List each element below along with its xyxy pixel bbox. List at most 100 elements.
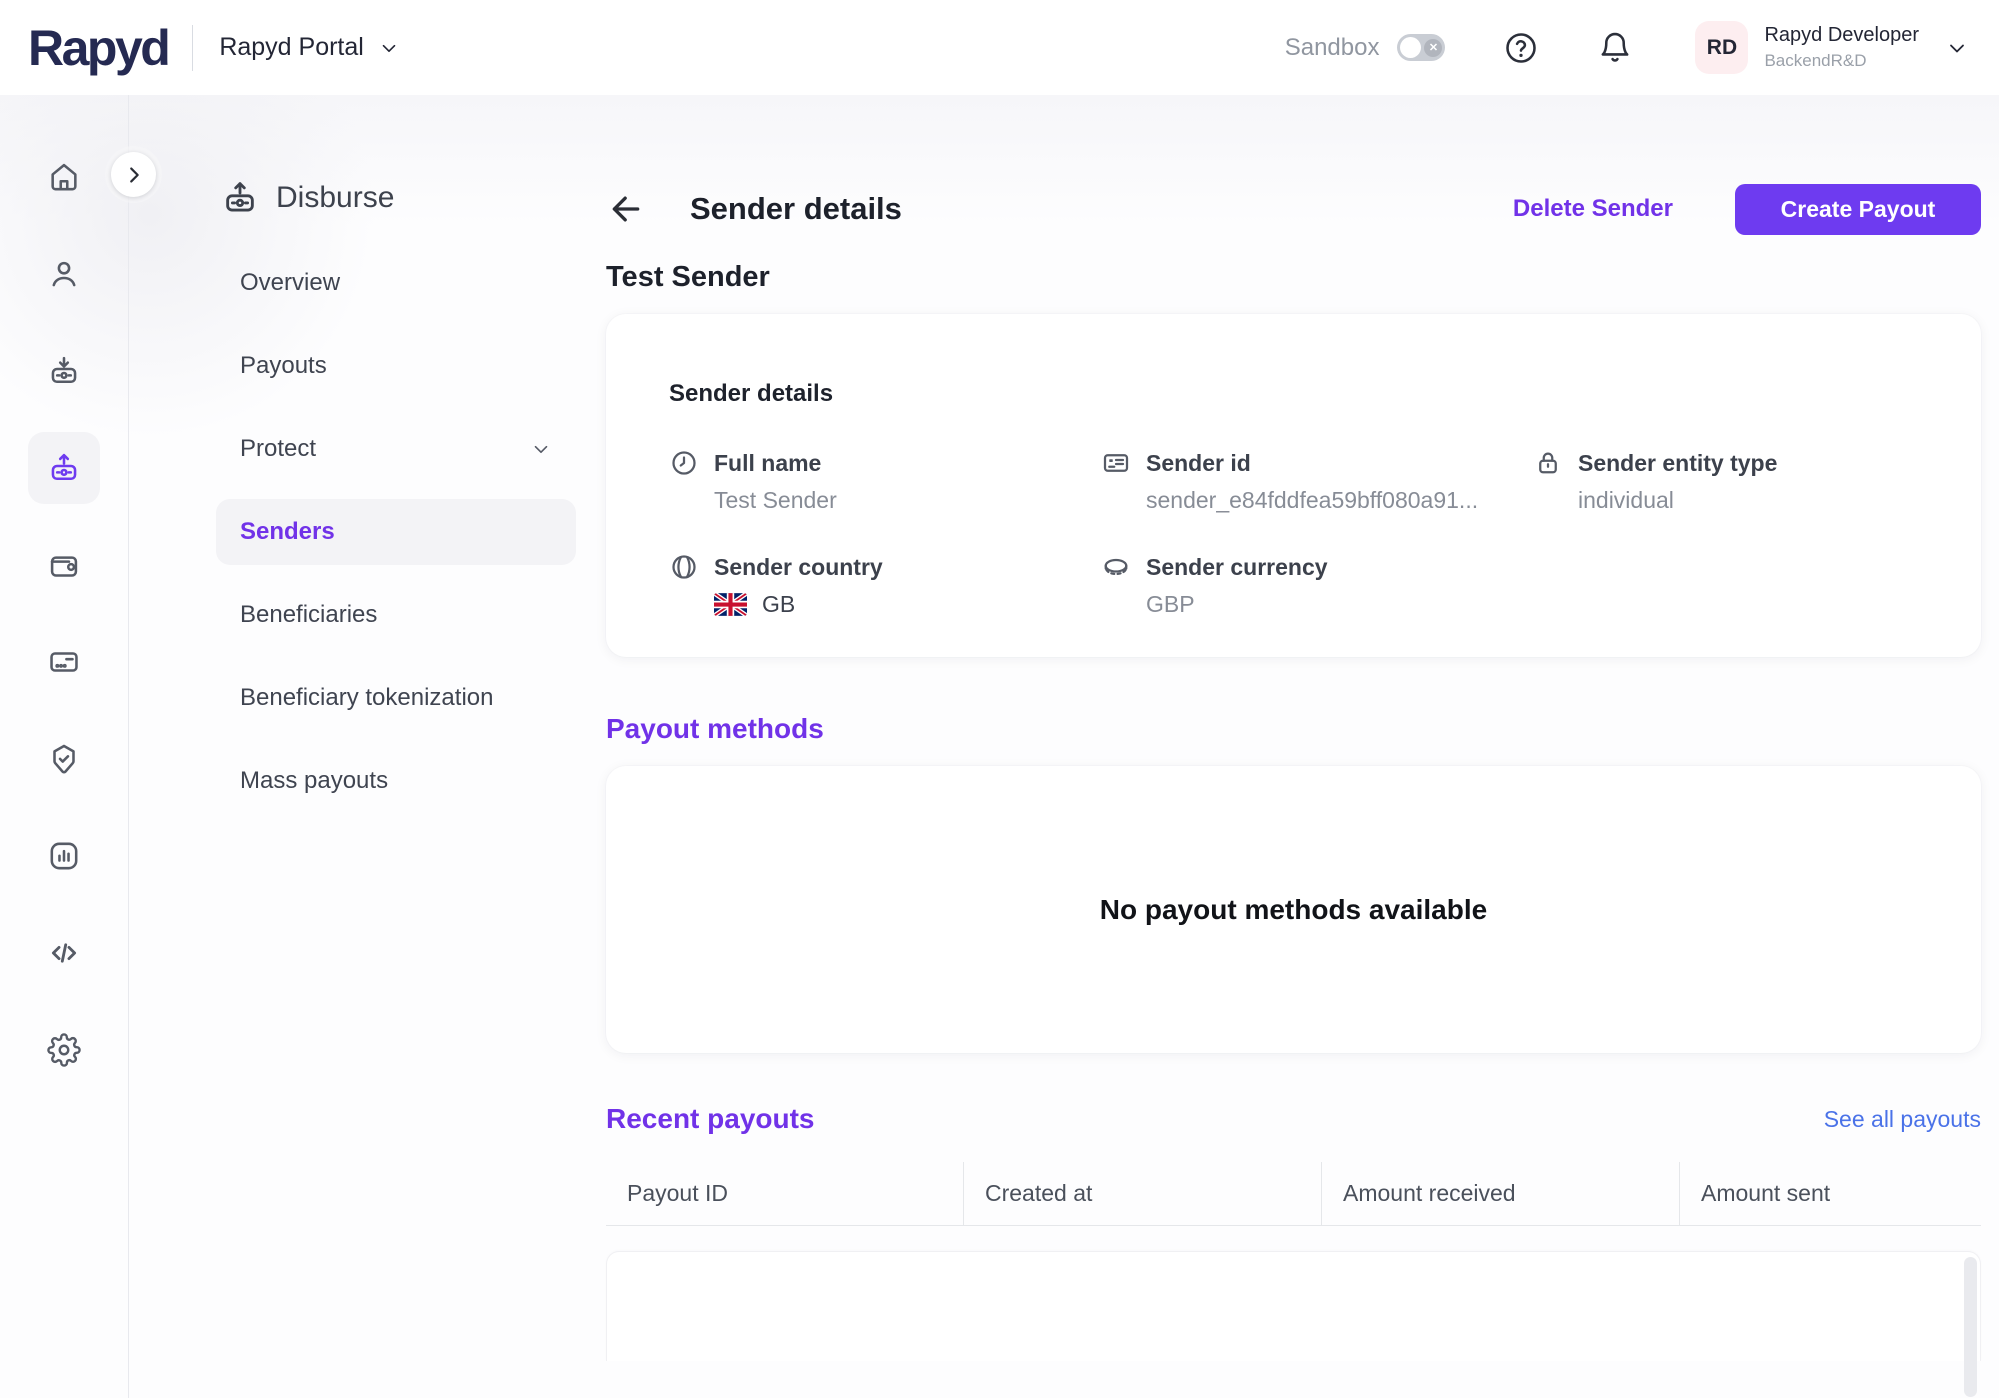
sidebar-item-mass-payouts[interactable]: Mass payouts — [216, 748, 576, 814]
sender-details-heading: Sender details — [669, 380, 834, 407]
sidebar-item-label: Beneficiaries — [240, 601, 378, 628]
app-header: Rapyd Rapyd Portal Sandbox ✕ RD Rapyd De… — [0, 0, 1999, 95]
gear-icon — [47, 1033, 81, 1067]
column-header-amount-received: Amount received — [1321, 1162, 1679, 1225]
payouts-table-header: Payout ID Created at Amount received Amo… — [606, 1162, 1981, 1226]
sidebar-item-label: Senders — [240, 518, 335, 545]
field-entity-type: Sender entity type individual — [1533, 448, 1921, 514]
see-all-payouts-link[interactable]: See all payouts — [1824, 1106, 1981, 1133]
field-full-name: Full name Test Sender — [669, 448, 1101, 514]
expand-sidebar-button[interactable] — [111, 152, 156, 197]
toggle-knob — [1400, 37, 1422, 58]
disburse-sidebar: Disburse Overview Payouts Protect Sender… — [129, 95, 581, 1398]
column-header-amount-sent: Amount sent — [1679, 1162, 1981, 1225]
notifications-button[interactable] — [1597, 30, 1633, 66]
delete-sender-button[interactable]: Delete Sender — [1513, 195, 1673, 223]
sandbox-toggle[interactable]: ✕ — [1397, 34, 1446, 61]
rail-item-wallet[interactable] — [28, 529, 100, 601]
recent-payouts-header-row: Recent payouts See all payouts — [606, 1103, 1981, 1135]
rail-item-disburse[interactable] — [28, 432, 100, 504]
rail-item-home[interactable] — [28, 141, 100, 213]
page-title: Sender details — [690, 191, 902, 226]
icon-nav-rail — [0, 95, 129, 1398]
sidebar-title-label: Disburse — [276, 181, 395, 214]
sidebar-menu: Overview Payouts Protect Senders Benefic… — [129, 250, 581, 814]
shield-check-icon — [47, 742, 81, 776]
user-name: Rapyd Developer — [1764, 24, 1919, 46]
field-label: Full name — [714, 449, 822, 476]
payouts-table-body — [606, 1251, 1981, 1397]
field-value: Test Sender — [714, 487, 837, 513]
user-menu[interactable]: RD Rapyd Developer BackendR&D — [1695, 21, 1969, 74]
user-org: BackendR&D — [1764, 51, 1867, 70]
sidebar-item-overview[interactable]: Overview — [216, 250, 576, 316]
coin-icon — [1101, 552, 1131, 582]
globe-icon — [669, 552, 699, 582]
sidebar-item-protect[interactable]: Protect — [216, 416, 576, 482]
sender-details-fields: Full name Test Sender Sender id sender_e… — [669, 448, 1921, 618]
sandbox-label: Sandbox — [1284, 33, 1380, 61]
help-button[interactable] — [1503, 30, 1539, 66]
person-icon — [47, 257, 81, 291]
field-label: Sender country — [714, 553, 883, 580]
sidebar-item-label: Beneficiary tokenization — [240, 684, 494, 711]
avatar: RD — [1695, 21, 1749, 74]
sidebar-item-beneficiary-tokenization[interactable]: Beneficiary tokenization — [216, 665, 576, 731]
chevron-down-icon — [378, 37, 400, 59]
disburse-icon — [221, 179, 259, 217]
chevron-right-icon — [123, 164, 145, 186]
field-value: GBP — [1146, 591, 1195, 617]
country-code: GB — [762, 591, 796, 617]
sidebar-item-label: Mass payouts — [240, 767, 389, 794]
payout-methods-empty-text: No payout methods available — [1099, 893, 1488, 925]
rail-item-clients[interactable] — [28, 238, 100, 310]
sidebar-item-beneficiaries[interactable]: Beneficiaries — [216, 582, 576, 648]
column-header-payout-id: Payout ID — [627, 1180, 728, 1206]
help-icon — [1503, 30, 1539, 66]
rail-item-collect[interactable] — [28, 335, 100, 407]
home-icon — [47, 160, 81, 194]
disburse-icon — [47, 451, 81, 485]
payout-methods-heading: Payout methods — [606, 713, 824, 744]
rail-item-cards[interactable] — [28, 626, 100, 698]
page-actions: Delete Sender Create Payout — [1513, 183, 1981, 235]
bell-icon — [1597, 30, 1633, 66]
user-texts: Rapyd Developer BackendR&D — [1764, 24, 1919, 71]
rail-item-compliance[interactable] — [28, 723, 100, 795]
id-card-icon — [1101, 448, 1131, 478]
rapyd-portal-screen: Rapyd Rapyd Portal Sandbox ✕ RD Rapyd De… — [0, 0, 1999, 1398]
uk-flag-icon — [714, 593, 747, 616]
field-label: Sender id — [1146, 449, 1251, 476]
field-sender-currency: Sender currency GBP — [1101, 552, 1533, 618]
code-icon — [47, 936, 81, 970]
rail-item-settings[interactable] — [28, 1014, 100, 1086]
field-sender-country: Sender country GB — [669, 552, 1101, 618]
column-header-created-at: Created at — [963, 1162, 1321, 1225]
rail-item-reports[interactable] — [28, 820, 100, 892]
portal-name: Rapyd Portal — [219, 33, 364, 61]
main-content: Sender details Delete Sender Create Payo… — [581, 95, 1999, 1398]
rapyd-logo[interactable]: Rapyd — [28, 19, 171, 77]
back-button[interactable] — [606, 189, 650, 229]
toggle-x-icon: ✕ — [1424, 38, 1443, 57]
collect-icon — [47, 354, 81, 388]
card-icon — [47, 645, 81, 679]
bar-chart-icon — [47, 839, 81, 873]
header-divider — [192, 24, 194, 71]
sender-name-heading: Test Sender — [606, 261, 770, 293]
table-scrollbar[interactable] — [1964, 1257, 1977, 1397]
portal-switcher[interactable]: Rapyd Portal — [219, 33, 400, 62]
field-label: Sender entity type — [1578, 449, 1778, 476]
field-value: individual — [1578, 487, 1674, 513]
chevron-down-icon — [530, 438, 552, 460]
back-arrow-icon — [606, 189, 646, 229]
rail-item-developers[interactable] — [28, 917, 100, 989]
sender-details-card: Sender details Full name Test Sender Sen… — [606, 314, 1981, 657]
wallet-icon — [47, 548, 81, 582]
sidebar-item-payouts[interactable]: Payouts — [216, 333, 576, 399]
sidebar-item-senders[interactable]: Senders — [216, 499, 576, 565]
recent-payouts-heading: Recent payouts — [606, 1103, 815, 1134]
sidebar-item-label: Payouts — [240, 352, 327, 379]
sidebar-item-label: Protect — [240, 435, 317, 462]
create-payout-button[interactable]: Create Payout — [1735, 183, 1981, 235]
